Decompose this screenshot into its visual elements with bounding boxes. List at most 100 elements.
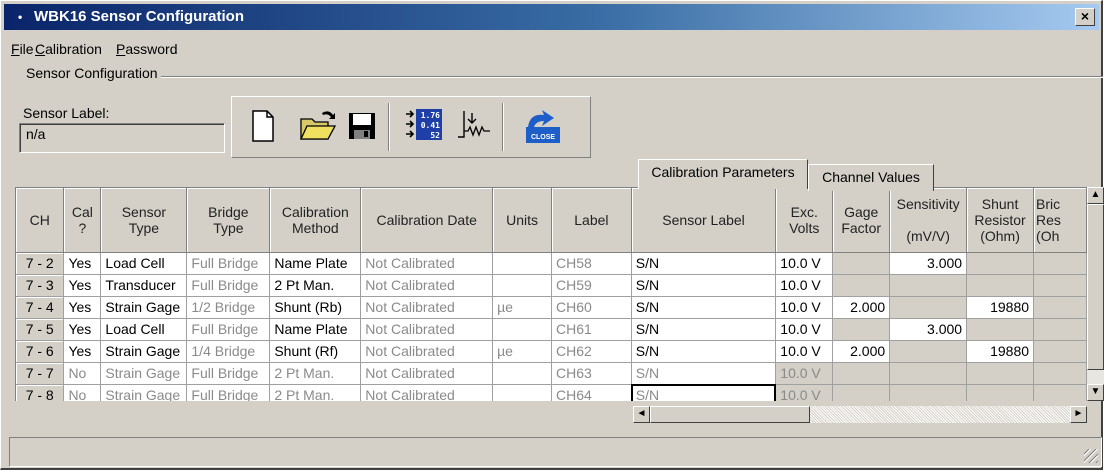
cell-exc-volts[interactable]: 10.0 V — [775, 318, 834, 341]
cell-calibration-method[interactable]: Name Plate — [269, 252, 362, 275]
cell-sensor-label[interactable]: S/N — [631, 318, 777, 341]
table-row[interactable]: 7 - 8 No Strain Gage Full Bridge 2 Pt Man. No… — [16, 384, 1087, 401]
close-button[interactable]: × — [1075, 8, 1095, 26]
channel-values-icon[interactable]: 1.76 0.41 52 — [404, 107, 442, 145]
scroll-left-button[interactable]: ◄ — [633, 406, 650, 423]
cell-exc-volts[interactable]: 10.0 V — [775, 296, 834, 319]
cell-shunt-resistor[interactable]: 19880 — [966, 340, 1035, 363]
cell-sensor-label[interactable]: S/N — [631, 252, 777, 275]
open-folder-icon[interactable] — [298, 107, 337, 145]
cell-sensitivity[interactable] — [889, 274, 968, 297]
cell-sensor-type[interactable]: Strain Gage — [100, 340, 188, 363]
table-row[interactable]: 7 - 7 No Strain Gage Full Bridge 2 Pt Man. No… — [16, 362, 1087, 385]
cell-label[interactable]: CH64 — [551, 384, 632, 401]
cell-calibration-method[interactable]: 2 Pt Man. — [269, 274, 362, 297]
close-door-icon[interactable]: CLOSE — [520, 107, 566, 145]
header-bridge-resistance[interactable]: Bric Res (Oh — [1033, 188, 1087, 253]
header-shunt-resistor[interactable]: Shunt Resistor (Ohm) — [966, 188, 1035, 253]
menu-password[interactable]: Password — [116, 41, 177, 57]
cell-ch[interactable]: 7 - 5 — [16, 318, 65, 341]
header-label[interactable]: Label — [551, 188, 632, 253]
cell-units[interactable]: µe — [492, 296, 552, 319]
cell-bridge-type[interactable]: 1/2 Bridge — [186, 296, 271, 319]
scroll-right-button[interactable]: ► — [1070, 406, 1087, 423]
system-menu-icon[interactable]: • — [18, 10, 28, 24]
new-file-icon[interactable] — [244, 107, 280, 145]
header-sensor-type[interactable]: Sensor Type — [100, 188, 188, 253]
cell-sensitivity[interactable] — [889, 384, 968, 401]
cell-bridge-resistance[interactable] — [1033, 274, 1087, 297]
cell-cal[interactable]: Yes — [63, 274, 102, 297]
cell-cal[interactable]: Yes — [63, 318, 102, 341]
resize-grip[interactable] — [1084, 449, 1098, 463]
cell-label[interactable]: CH59 — [551, 274, 632, 297]
cell-shunt-resistor[interactable]: 19880 — [966, 296, 1035, 319]
cell-exc-volts[interactable]: 10.0 V — [775, 274, 834, 297]
cell-bridge-resistance[interactable] — [1033, 362, 1087, 385]
cell-calibration-method[interactable]: Shunt (Rb) — [269, 296, 362, 319]
cell-bridge-type[interactable]: Full Bridge — [186, 384, 271, 401]
cell-sensor-label[interactable]: S/N — [631, 362, 777, 385]
table-row[interactable]: 7 - 4 Yes Strain Gage 1/2 Bridge Shunt (Rb) N… — [16, 296, 1087, 319]
cell-sensor-type[interactable]: Strain Gage — [100, 296, 188, 319]
cell-exc-volts[interactable]: 10.0 V — [775, 384, 834, 401]
scroll-up-button[interactable]: ▲ — [1087, 187, 1104, 204]
header-calibration-date[interactable]: Calibration Date — [360, 188, 494, 253]
cell-bridge-type[interactable]: Full Bridge — [186, 318, 271, 341]
cell-gage-factor[interactable] — [832, 252, 891, 275]
cell-gage-factor[interactable]: 2.000 — [832, 296, 891, 319]
cell-gage-factor[interactable] — [832, 318, 891, 341]
cell-exc-volts[interactable]: 10.0 V — [775, 362, 834, 385]
cell-shunt-resistor[interactable] — [966, 362, 1035, 385]
cell-ch[interactable]: 7 - 4 — [16, 296, 65, 319]
horizontal-scrollbar[interactable]: ◄ ► — [633, 406, 1087, 423]
cell-sensitivity[interactable] — [889, 340, 968, 363]
header-calibration-method[interactable]: Calibration Method — [269, 188, 362, 253]
cell-exc-volts[interactable]: 10.0 V — [775, 340, 834, 363]
save-disk-icon[interactable] — [344, 107, 380, 145]
cell-bridge-type[interactable]: 1/4 Bridge — [186, 340, 271, 363]
table-row[interactable]: 7 - 3 Yes Transducer Full Bridge 2 Pt Man. No… — [16, 274, 1087, 297]
cell-bridge-type[interactable]: Full Bridge — [186, 274, 271, 297]
cell-cal[interactable]: Yes — [63, 252, 102, 275]
cell-sensor-label[interactable]: S/N — [631, 340, 777, 363]
vertical-scrollbar[interactable]: ▲ ▼ — [1087, 187, 1104, 401]
cell-sensor-type[interactable]: Load Cell — [100, 318, 188, 341]
cell-calibration-method[interactable]: Shunt (Rf) — [269, 340, 362, 363]
header-cal[interactable]: Cal? — [63, 188, 102, 253]
cell-bridge-resistance[interactable] — [1033, 252, 1087, 275]
vertical-scroll-thumb[interactable] — [1087, 204, 1104, 370]
header-sensor-label[interactable]: Sensor Label — [631, 188, 777, 253]
cell-ch[interactable]: 7 - 3 — [16, 274, 65, 297]
cell-units[interactable] — [492, 362, 552, 385]
cell-gage-factor[interactable] — [832, 384, 891, 401]
header-gage-factor[interactable]: Gage Factor — [832, 188, 891, 253]
cell-sensor-label[interactable]: S/N — [631, 384, 777, 401]
horizontal-scroll-thumb[interactable] — [650, 406, 810, 423]
header-ch[interactable]: CH — [16, 188, 65, 253]
cell-ch[interactable]: 7 - 6 — [16, 340, 65, 363]
cell-bridge-resistance[interactable] — [1033, 384, 1087, 401]
menu-calibration[interactable]: Calibration — [35, 41, 102, 57]
cell-sensitivity[interactable]: 3.000 — [889, 318, 968, 341]
table-row[interactable]: 7 - 6 Yes Strain Gage 1/4 Bridge Shunt (Rf) N… — [16, 340, 1087, 363]
cell-sensor-type[interactable]: Load Cell — [100, 252, 188, 275]
cell-label[interactable]: CH63 — [551, 362, 632, 385]
cell-cal[interactable]: No — [63, 384, 102, 401]
cell-sensor-type[interactable]: Strain Gage — [100, 384, 188, 401]
cell-shunt-resistor[interactable] — [966, 318, 1035, 341]
cell-exc-volts[interactable]: 10.0 V — [775, 252, 834, 275]
cell-cal[interactable]: Yes — [63, 296, 102, 319]
cell-label[interactable]: CH58 — [551, 252, 632, 275]
cell-calibration-method[interactable]: 2 Pt Man. — [269, 362, 362, 385]
cell-sensitivity[interactable] — [889, 362, 968, 385]
tab-calibration-parameters[interactable]: Calibration Parameters — [638, 159, 808, 189]
cell-shunt-resistor[interactable] — [966, 384, 1035, 401]
table-row[interactable]: 7 - 2 Yes Load Cell Full Bridge Name Plate No… — [16, 252, 1087, 275]
cell-bridge-resistance[interactable] — [1033, 318, 1087, 341]
cell-sensitivity[interactable] — [889, 296, 968, 319]
cell-label[interactable]: CH60 — [551, 296, 632, 319]
cell-label[interactable]: CH61 — [551, 318, 632, 341]
header-bridge-type[interactable]: Bridge Type — [186, 188, 271, 253]
cell-ch[interactable]: 7 - 7 — [16, 362, 65, 385]
